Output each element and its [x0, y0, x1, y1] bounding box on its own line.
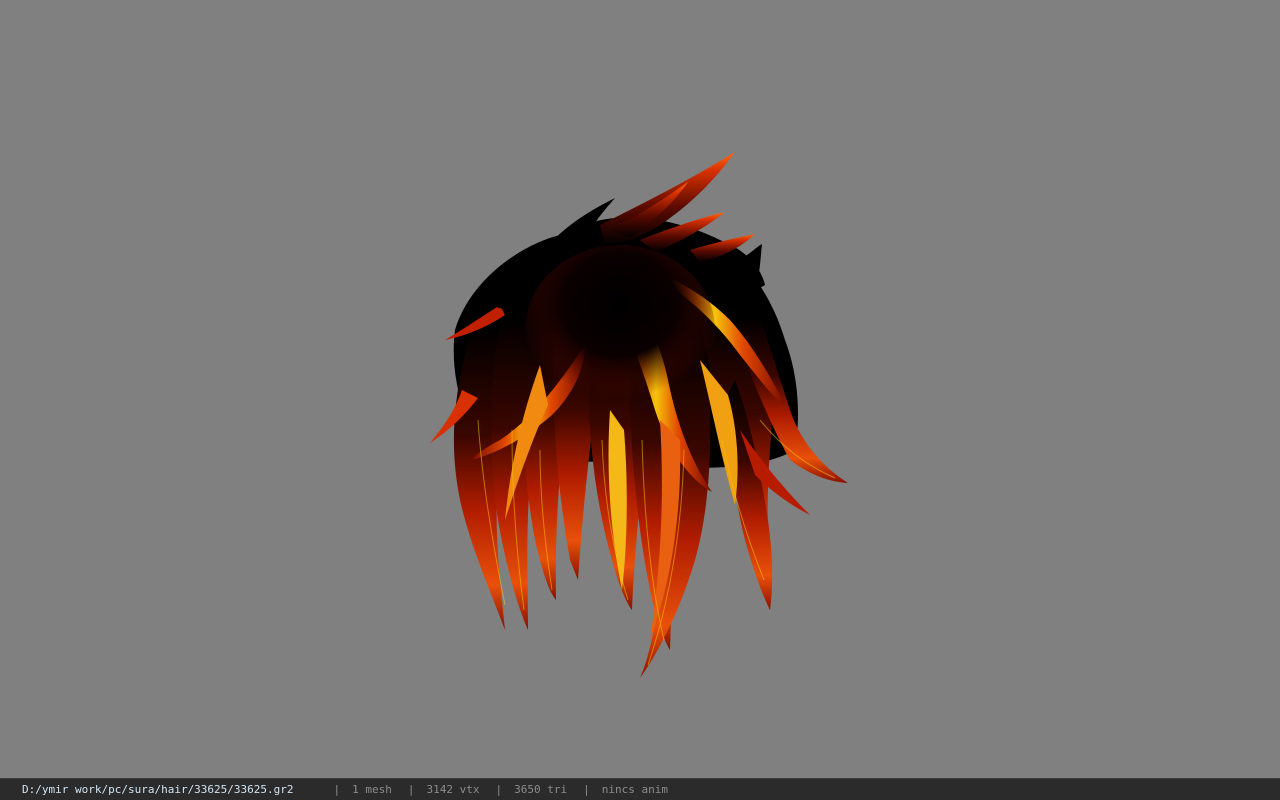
- vertex-count: 3142 vtx: [426, 783, 480, 796]
- separator: |: [333, 783, 341, 796]
- mesh-count: 1 mesh: [352, 783, 392, 796]
- separator: |: [583, 783, 590, 796]
- animation-status: nincs anim: [601, 783, 668, 796]
- file-path: D:/ymir work/pc/sura/hair/33625/33625.gr…: [22, 783, 294, 796]
- separator: |: [407, 783, 415, 796]
- hair-model[interactable]: [0, 0, 1280, 778]
- triangle-count: 3650 tri: [514, 783, 568, 796]
- status-bar: D:/ymir work/pc/sura/hair/33625/33625.gr…: [0, 778, 1280, 800]
- 3d-viewport[interactable]: [0, 0, 1280, 778]
- separator: |: [495, 783, 503, 796]
